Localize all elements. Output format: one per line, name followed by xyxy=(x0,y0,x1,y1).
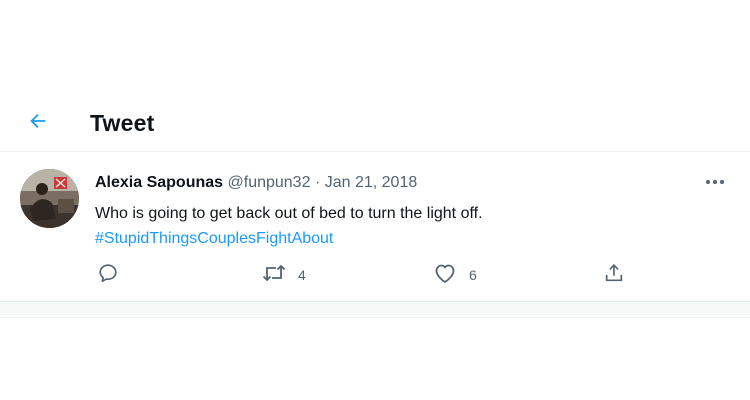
reply-button[interactable] xyxy=(97,262,131,288)
retweet-count: 4 xyxy=(298,267,306,283)
share-icon xyxy=(603,262,625,289)
page-header: Tweet xyxy=(0,98,750,152)
page-title: Tweet xyxy=(90,110,155,136)
author-handle[interactable]: @funpun32 xyxy=(228,174,311,191)
arrow-left-icon xyxy=(27,110,49,137)
reply-icon xyxy=(97,262,119,289)
back-button[interactable] xyxy=(24,109,52,137)
more-button[interactable] xyxy=(701,171,729,191)
separator-dot: · xyxy=(314,174,321,191)
avatar[interactable] xyxy=(20,169,79,228)
tweet-text: Who is going to get back out of bed to t… xyxy=(95,205,483,222)
tweet-page: Tweet Alexia Sapounas @funpun32 · Jan 21… xyxy=(0,0,750,400)
share-button[interactable] xyxy=(603,262,637,288)
heart-icon xyxy=(433,262,457,289)
tweet-card[interactable]: Alexia Sapounas @funpun32 · Jan 21, 2018… xyxy=(0,153,750,302)
tweet-date[interactable]: Jan 21, 2018 xyxy=(325,174,418,191)
like-count: 6 xyxy=(469,267,477,283)
tweet-actions: 4 6 xyxy=(95,262,635,288)
retweet-icon xyxy=(262,262,286,289)
hashtag-link[interactable]: #StupidThingsCouplesFightAbout xyxy=(95,226,695,251)
retweet-button[interactable]: 4 xyxy=(262,262,306,288)
like-button[interactable]: 6 xyxy=(433,262,477,288)
section-divider xyxy=(0,302,750,318)
tweet-header: Alexia Sapounas @funpun32 · Jan 21, 2018 xyxy=(95,174,417,192)
author-name[interactable]: Alexia Sapounas xyxy=(95,174,223,191)
more-horizontal-icon xyxy=(705,172,725,190)
tweet-body: Who is going to get back out of bed to t… xyxy=(95,201,695,251)
